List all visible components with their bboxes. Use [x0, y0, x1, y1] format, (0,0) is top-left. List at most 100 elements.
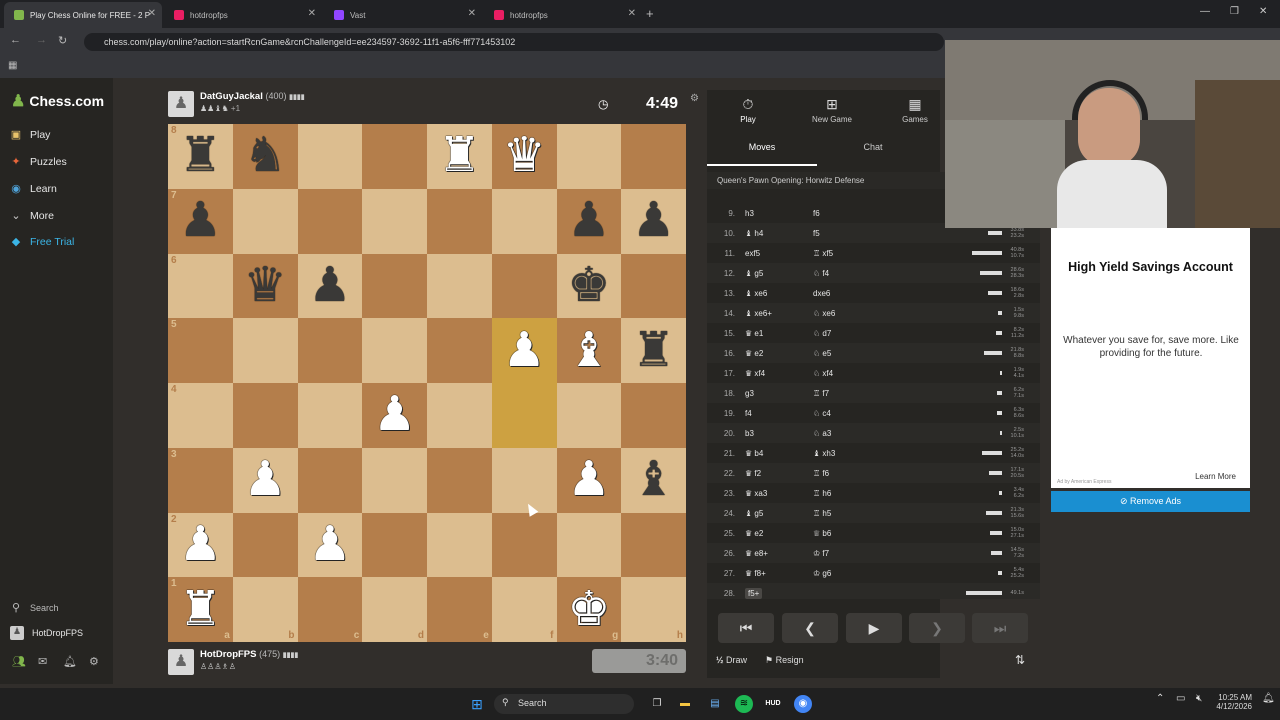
draw-button[interactable]: ½ Draw [716, 655, 747, 665]
messages-icon[interactable]: ✉ [38, 655, 47, 668]
square-e7[interactable] [427, 188, 492, 254]
first-move-button[interactable]: ⏮︎ [718, 613, 774, 643]
square-e3[interactable] [427, 447, 492, 513]
tab-moves[interactable]: Moves [707, 142, 817, 166]
white-move[interactable]: f5+ [745, 587, 813, 599]
square-c6[interactable]: ♟ [297, 253, 363, 319]
square-b1[interactable]: b [232, 577, 298, 642]
white-move[interactable]: ♛ xa3 [745, 489, 813, 498]
square-h4[interactable] [621, 383, 686, 448]
browser-tab-hotdropfps-1[interactable]: hotdropfps ✕ [164, 2, 322, 28]
close-window-icon[interactable]: ✕ [1259, 6, 1267, 17]
player-name[interactable]: HotDropFPS [200, 649, 256, 660]
reload-icon[interactable]: ↻ [58, 34, 67, 47]
square-b3[interactable]: ♟ [232, 447, 298, 513]
white-move[interactable]: ♛ e1 [745, 329, 813, 338]
square-b7[interactable] [232, 188, 298, 254]
next-move-button[interactable]: ❯ [909, 613, 965, 643]
windows-start-icon[interactable]: ⊞ [468, 695, 486, 713]
square-d8[interactable] [362, 124, 427, 189]
white-pawn-icon[interactable]: ♟ [244, 456, 287, 504]
network-icon[interactable]: ▭ [1176, 693, 1185, 704]
black-pawn-icon[interactable]: ♟ [632, 197, 675, 245]
square-e1[interactable]: e [427, 577, 492, 642]
notifications-icon[interactable]: 🔔︎ [63, 655, 77, 668]
last-move-button[interactable]: ⏭︎ [972, 613, 1028, 643]
sidebar-item-learn[interactable]: ◉ Learn [10, 182, 57, 196]
ad-learn-more-link[interactable]: Learn More [1195, 472, 1236, 481]
white-move[interactable]: ♛ e8+ [745, 549, 813, 558]
back-icon[interactable]: ← [10, 34, 21, 46]
black-move[interactable]: dxe6 [813, 289, 873, 298]
previous-move-button[interactable]: ❮ [782, 613, 838, 643]
square-d2[interactable] [362, 512, 427, 578]
white-move[interactable]: ♛ e2 [745, 529, 813, 538]
apps-grid-icon[interactable]: ▦ [8, 60, 17, 71]
tab-play[interactable]: ⏱︎ Play [718, 96, 778, 124]
browser-tab-hotdropfps-2[interactable]: hotdropfps ✕ [484, 2, 642, 28]
black-rook-icon[interactable]: ♜ [179, 132, 222, 180]
white-move[interactable]: exf5 [745, 249, 813, 258]
square-b2[interactable] [232, 512, 298, 578]
square-d4[interactable]: ♟ [362, 383, 427, 448]
black-move[interactable]: ♘ a3 [813, 429, 873, 438]
square-c8[interactable] [297, 124, 363, 189]
white-rook-icon[interactable]: ♜ [438, 132, 481, 180]
forward-icon[interactable]: → [36, 34, 47, 46]
notification-bell-icon[interactable]: 🔔︎ [1262, 693, 1275, 704]
square-b6[interactable]: ♛ [232, 253, 298, 319]
volume-icon[interactable]: 🔇︎ [1196, 693, 1202, 704]
square-e4[interactable] [427, 383, 492, 448]
black-move[interactable]: ♔ f7 [813, 549, 873, 558]
white-pawn-icon[interactable]: ♟ [308, 520, 351, 569]
player-name[interactable]: DatGuyJackal [200, 91, 263, 102]
tab-new-game[interactable]: ⊞ New Game [802, 96, 862, 124]
white-king-icon[interactable]: ♚ [567, 585, 610, 634]
square-g7[interactable]: ♟ [556, 188, 622, 254]
hudfx-icon[interactable]: HUD [764, 695, 782, 713]
square-f4[interactable] [491, 383, 557, 448]
square-g5[interactable]: ♝ [556, 318, 622, 383]
white-rook-icon[interactable]: ♜ [179, 585, 222, 634]
black-pawn-icon[interactable]: ♟ [179, 197, 222, 245]
square-f5[interactable]: ♟ [491, 318, 557, 383]
white-move[interactable]: ♛ f2 [745, 469, 813, 478]
square-g4[interactable] [556, 383, 622, 448]
white-queen-icon[interactable]: ♛ [503, 132, 546, 180]
board-settings-icon[interactable]: ⚙ [690, 93, 699, 104]
square-h5[interactable]: ♜ [621, 318, 686, 383]
black-rook-icon[interactable]: ♜ [632, 326, 675, 375]
square-b4[interactable] [232, 383, 298, 448]
white-move[interactable]: ♝ xe6+ [745, 309, 813, 318]
notepad-icon[interactable]: ▤ [706, 695, 724, 713]
black-move[interactable]: ♖ h5 [813, 509, 873, 518]
square-b5[interactable] [232, 318, 298, 383]
white-bishop-icon[interactable]: ♝ [567, 326, 610, 375]
black-move[interactable]: ♘ e5 [813, 349, 873, 358]
square-d5[interactable] [362, 318, 427, 383]
friends-icon[interactable]: 👥︎ [12, 655, 26, 668]
square-b8[interactable]: ♞ [232, 124, 298, 189]
black-pawn-icon[interactable]: ♟ [308, 261, 351, 310]
square-f8[interactable]: ♛ [491, 124, 557, 189]
black-move[interactable]: ♖ h6 [813, 489, 873, 498]
black-move[interactable]: ♘ xe6 [813, 309, 873, 318]
square-d6[interactable] [362, 253, 427, 319]
white-move[interactable]: ♛ e2 [745, 349, 813, 358]
square-g2[interactable] [556, 512, 622, 578]
sidebar-item-more[interactable]: ⌄ More [10, 209, 54, 223]
sidebar-item-play[interactable]: ▣ Play [10, 128, 51, 142]
clock-tray[interactable]: 10:25 AM 4/12/2026 [1208, 693, 1252, 711]
black-move[interactable]: ♖ xf5 [813, 249, 873, 258]
white-move[interactable]: ♝ g5 [745, 269, 813, 278]
square-c5[interactable] [297, 318, 363, 383]
square-a2[interactable]: 2 ♟ [168, 512, 233, 578]
black-move[interactable]: ♔ g6 [813, 569, 873, 578]
chrome-icon[interactable]: ◉ [794, 695, 812, 713]
square-h8[interactable] [621, 124, 686, 189]
maximize-icon[interactable]: ❐ [1230, 6, 1239, 17]
white-pawn-icon[interactable]: ♟ [179, 520, 222, 569]
square-h6[interactable] [621, 253, 686, 319]
play-moves-button[interactable]: ▶ [846, 613, 902, 643]
square-f2[interactable] [491, 512, 557, 578]
